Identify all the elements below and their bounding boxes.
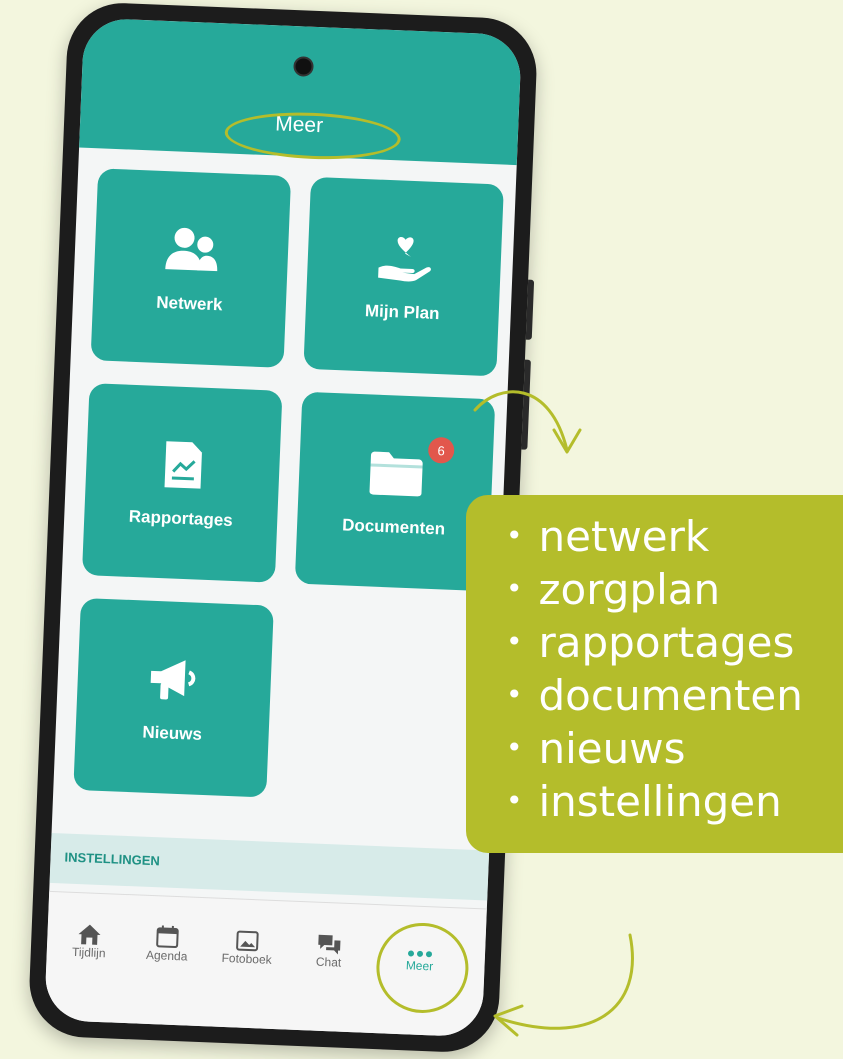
curved-arrow-icon — [473, 390, 582, 454]
tile-netwerk[interactable]: Netwerk — [90, 168, 292, 368]
feature-item: zorgplan — [506, 566, 803, 619]
folder-icon — [298, 444, 493, 504]
report-chart-icon — [85, 435, 280, 495]
tab-agenda[interactable]: Agenda — [126, 917, 208, 964]
tab-label: Tijdlijn — [71, 944, 106, 961]
home-icon — [49, 914, 130, 947]
tile-nieuws[interactable]: Nieuws — [73, 597, 274, 798]
calendar-icon — [127, 917, 208, 950]
image-icon — [207, 920, 288, 953]
tab-tijdlijn[interactable]: Tijdlijn — [49, 914, 131, 961]
tile-label: Mijn Plan — [364, 301, 440, 324]
tile-label: Rapportages — [128, 506, 234, 530]
tab-chat[interactable]: Chat — [288, 924, 370, 971]
front-camera — [293, 56, 314, 77]
feature-item: rapportages — [506, 619, 803, 672]
users-icon — [94, 220, 289, 280]
megaphone-icon — [77, 650, 272, 710]
phone-frame: Meer Netwerk Mijn Plan Rapportages 6 Doc… — [27, 0, 539, 1055]
tile-label: Documenten — [341, 515, 446, 539]
feature-item: instellingen — [506, 778, 803, 831]
app-header: Meer — [79, 17, 522, 166]
section-title: INSTELLINGEN — [64, 849, 161, 869]
tile-rapportages[interactable]: Rapportages — [81, 383, 283, 583]
tile-mijn-plan[interactable]: Mijn Plan — [303, 176, 504, 377]
volume-button — [525, 279, 535, 340]
tab-label: Fotoboek — [221, 950, 272, 967]
chat-icon — [289, 924, 370, 957]
feature-item: documenten — [506, 672, 803, 725]
feature-item: netwerk — [506, 513, 803, 566]
phone-screen: Meer Netwerk Mijn Plan Rapportages 6 Doc… — [44, 17, 522, 1038]
section-instellingen[interactable]: INSTELLINGEN — [49, 832, 490, 901]
tab-label: Agenda — [145, 947, 188, 964]
tile-label: Netwerk — [155, 292, 223, 315]
tab-fotoboek[interactable]: Fotoboek — [206, 920, 288, 967]
heart-hand-icon — [307, 229, 502, 289]
feature-item: nieuws — [506, 725, 803, 778]
feature-callout: netwerk zorgplan rapportages documenten … — [466, 495, 843, 853]
curved-arrow-icon — [493, 933, 634, 1037]
tab-label: Chat — [315, 954, 342, 970]
bottom-tab-bar: Tijdlijn Agenda Fotoboek Chat Meer — [44, 890, 487, 1038]
tile-label: Nieuws — [142, 722, 203, 744]
feature-list: netwerk zorgplan rapportages documenten … — [506, 513, 803, 831]
